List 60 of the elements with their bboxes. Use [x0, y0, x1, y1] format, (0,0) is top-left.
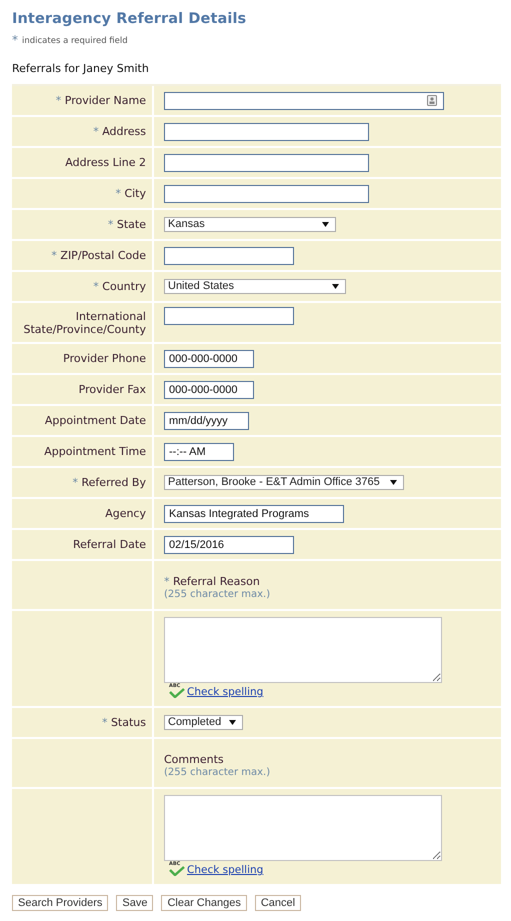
- required-mark: *: [12, 33, 18, 47]
- field-label: Appointment Time: [44, 445, 146, 458]
- dropdown[interactable]: Patterson, Brooke - E&T Admin Office 3765: [164, 475, 404, 490]
- check-spelling-link[interactable]: Check spelling: [187, 864, 264, 876]
- dropdown-arrow-icon: [322, 222, 329, 227]
- field-label: City: [124, 187, 146, 200]
- field-label: Provider Fax: [78, 383, 146, 396]
- section-title: Referrals for Janey Smith: [12, 62, 150, 75]
- dropdown[interactable]: Completed: [164, 715, 244, 730]
- field-label: International State/Province/County: [23, 310, 146, 336]
- text-field[interactable]: [164, 92, 444, 110]
- dropdown[interactable]: Kansas: [164, 217, 336, 232]
- character-limit-note: (255 character max.): [164, 767, 272, 778]
- field-label: Referral Date: [73, 538, 146, 551]
- check-spelling-link[interactable]: Check spelling: [187, 686, 264, 698]
- required-mark: *: [102, 716, 108, 729]
- contact-card-icon: [427, 95, 437, 106]
- field-label: State: [116, 218, 146, 231]
- text-field[interactable]: [164, 184, 369, 202]
- form-button[interactable]: Save: [116, 895, 154, 911]
- text-field[interactable]: 02/15/2016: [164, 536, 294, 554]
- field-label: Referred By: [82, 476, 146, 489]
- field-label: Provider Name: [64, 94, 146, 107]
- text-field[interactable]: [164, 122, 369, 140]
- character-limit-note: (255 character max.): [164, 589, 272, 600]
- field-label: Referral Reason: [173, 575, 260, 588]
- form-button[interactable]: Cancel: [254, 895, 302, 911]
- form-button[interactable]: Clear Changes: [161, 895, 247, 911]
- field-label: Status: [110, 716, 146, 729]
- field-label: Address: [102, 125, 146, 138]
- text-field[interactable]: 000-000-0000: [164, 380, 254, 398]
- text-field[interactable]: 000-000-0000: [164, 350, 254, 368]
- text-field[interactable]: --:-- AM: [164, 442, 234, 460]
- field-label: Address Line 2: [65, 156, 146, 169]
- required-mark: *: [108, 218, 114, 231]
- field-label: Comments: [164, 753, 224, 766]
- required-note: indicates a required field: [22, 36, 128, 46]
- field-label: Country: [102, 280, 146, 293]
- dropdown-arrow-icon: [332, 284, 339, 289]
- required-mark: *: [51, 249, 57, 262]
- field-label: ZIP/Postal Code: [60, 249, 146, 262]
- text-field[interactable]: Kansas Integrated Programs: [164, 504, 344, 522]
- text-field[interactable]: mm/dd/yyyy: [164, 412, 249, 430]
- field-label: Appointment Date: [44, 414, 146, 427]
- text-field[interactable]: [164, 154, 369, 172]
- required-mark: *: [72, 476, 78, 489]
- text-field[interactable]: [164, 307, 294, 325]
- required-mark: *: [115, 187, 121, 200]
- text-field[interactable]: [164, 246, 294, 264]
- form-button[interactable]: Search Providers: [12, 895, 108, 911]
- required-mark: *: [164, 575, 170, 588]
- dropdown-arrow-icon: [229, 720, 236, 725]
- required-mark: *: [93, 280, 99, 293]
- field-label: Provider Phone: [63, 352, 146, 365]
- page-title: Interagency Referral Details: [12, 11, 248, 27]
- required-mark: *: [93, 125, 99, 138]
- dropdown-arrow-icon: [390, 480, 397, 485]
- dropdown[interactable]: United States: [164, 279, 346, 294]
- required-mark: *: [56, 94, 62, 107]
- field-label: Agency: [105, 507, 146, 520]
